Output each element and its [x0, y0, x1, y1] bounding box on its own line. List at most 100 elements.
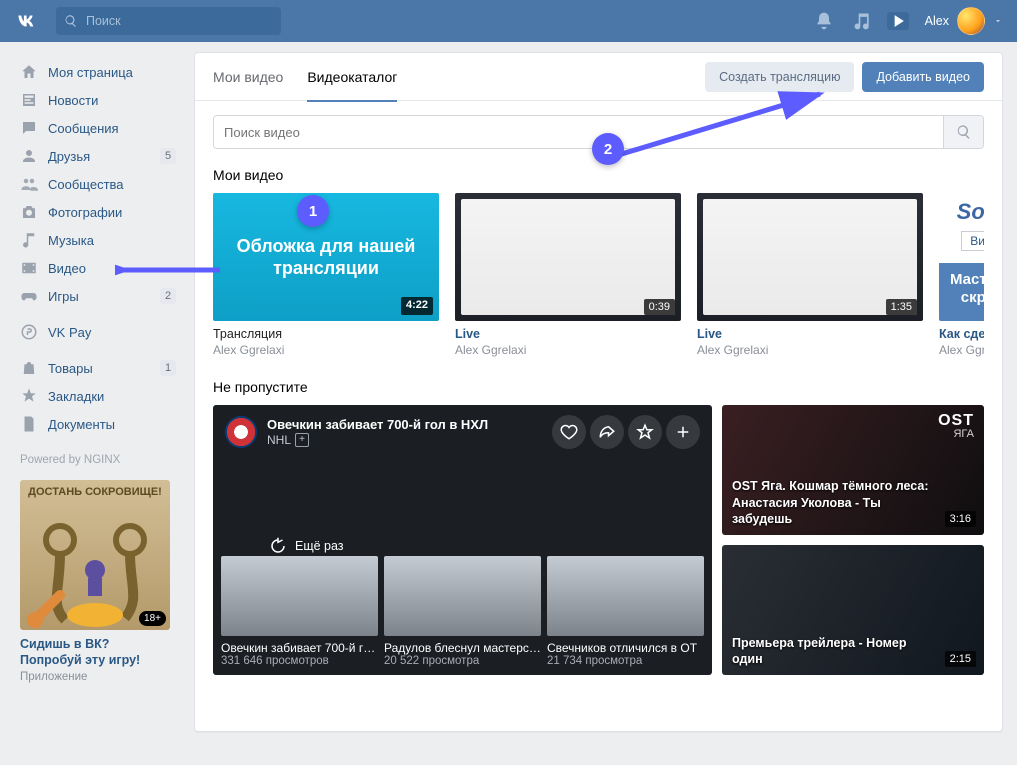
- sidebar: Моя страница Новости Сообщения Друзья5 С…: [14, 52, 180, 689]
- sidebar-item-bookmarks[interactable]: Закладки: [14, 382, 180, 410]
- sidebar-item-label: VK Pay: [48, 325, 91, 340]
- sidebar-item-my-page[interactable]: Моя страница: [14, 58, 180, 86]
- sidebar-item-docs[interactable]: Документы: [14, 410, 180, 438]
- add-button[interactable]: [666, 415, 700, 449]
- replay-button[interactable]: Ещё раз: [269, 537, 344, 555]
- replay-icon: [269, 537, 287, 555]
- video-author: Alex Ggrelaxi: [697, 343, 923, 357]
- sidebar-item-photos[interactable]: Фотографии: [14, 198, 180, 226]
- communities-icon: [20, 175, 38, 193]
- games-icon: [20, 287, 38, 305]
- promo-block[interactable]: ДОСТАНЬ СОКРОВИЩЕ! 18+ Сидишь в ВК? Попр…: [20, 480, 170, 683]
- video-author: Alex Ggre: [939, 343, 984, 357]
- video-card[interactable]: Soc Вид Масте скри Как сдела Alex Ggre: [939, 193, 984, 357]
- sidebar-item-label: Музыка: [48, 233, 94, 248]
- video-author: Alex Ggrelaxi: [455, 343, 681, 357]
- messages-icon: [20, 119, 38, 137]
- video-icon: [20, 259, 38, 277]
- promo-caption: Сидишь в ВК? Попробуй эту игру!: [20, 636, 170, 669]
- sidebar-item-friends[interactable]: Друзья5: [14, 142, 180, 170]
- duration-badge: 4:22: [401, 297, 433, 315]
- global-search-input[interactable]: [84, 13, 273, 29]
- featured-chip[interactable]: Овечкин забивает 700-й г… 331 646 просмо…: [221, 556, 378, 667]
- promo-subtitle: Приложение: [20, 671, 170, 683]
- featured-chip[interactable]: Свечников отличился в ОТ 21 734 просмотр…: [547, 556, 704, 667]
- callout-1: 1: [297, 195, 329, 227]
- chip-title: Свечников отличился в ОТ: [547, 641, 704, 655]
- sidebar-item-label: Фотографии: [48, 205, 122, 220]
- news-icon: [20, 91, 38, 109]
- video-thumbnail: Soc Вид Масте скри: [939, 193, 984, 321]
- featured-chip[interactable]: Радулов блеснул мастерс… 20 522 просмотр…: [384, 556, 541, 667]
- sidebar-item-label: Новости: [48, 93, 98, 108]
- doc-icon: [20, 415, 38, 433]
- chip-views: 20 522 просмотра: [384, 655, 541, 667]
- notifications-icon[interactable]: [811, 8, 837, 34]
- annotation-arrow: [115, 260, 225, 280]
- video-title: Live: [455, 327, 681, 341]
- video-player-icon[interactable]: [887, 12, 909, 30]
- sidebar-count: 2: [160, 288, 176, 304]
- sidebar-count: 1: [160, 360, 176, 376]
- favorite-button[interactable]: [628, 415, 662, 449]
- app-header: Alex: [0, 0, 1017, 42]
- tab-bar: Мои видео Видеокаталог Создать трансляци…: [195, 53, 1002, 101]
- video-title: Трансляция: [213, 327, 439, 341]
- video-title: Live: [697, 327, 923, 341]
- header-user-menu[interactable]: Alex: [925, 7, 1003, 35]
- movie-badge: OST ЯГА: [938, 413, 974, 440]
- create-stream-button[interactable]: Создать трансляцию: [705, 62, 854, 92]
- tab-my-videos[interactable]: Мои видео: [213, 53, 283, 101]
- sidebar-item-messages[interactable]: Сообщения: [14, 114, 180, 142]
- main-panel: Мои видео Видеокаталог Создать трансляци…: [194, 52, 1003, 732]
- age-badge: 18+: [139, 611, 166, 626]
- sidebar-item-label: Сообщения: [48, 121, 119, 136]
- sidebar-item-label: Видео: [48, 261, 86, 276]
- video-title: Как сдела: [939, 327, 984, 341]
- sidebar-item-games[interactable]: Игры2: [14, 282, 180, 310]
- side-video-title: OST Яга. Кошмар тёмного леса: Анастасия …: [732, 478, 974, 527]
- video-search-button[interactable]: [943, 116, 983, 148]
- sidebar-item-label: Товары: [48, 361, 93, 376]
- sidebar-item-music[interactable]: Музыка: [14, 226, 180, 254]
- video-thumbnail: 0:39: [455, 193, 681, 321]
- sidebar-item-market[interactable]: Товары 1: [14, 354, 180, 382]
- chip-thumbnail: [221, 556, 378, 636]
- sidebar-count: 5: [160, 148, 176, 164]
- home-icon: [20, 63, 38, 81]
- global-search[interactable]: [56, 7, 281, 35]
- callout-2: 2: [592, 133, 624, 165]
- side-video-card[interactable]: OST ЯГА OST Яга. Кошмар тёмного леса: Ан…: [722, 405, 984, 535]
- featured-video[interactable]: Овечкин забивает 700-й гол в НХЛ NHL+ Ещ: [213, 405, 712, 675]
- vk-logo[interactable]: [14, 7, 42, 35]
- duration-badge: 0:39: [644, 299, 675, 315]
- video-author: Alex Ggrelaxi: [213, 343, 439, 357]
- sidebar-item-news[interactable]: Новости: [14, 86, 180, 114]
- search-icon: [64, 14, 78, 28]
- chevron-down-icon: [993, 16, 1003, 26]
- side-video-title: Премьера трейлера - Номер один: [732, 635, 974, 668]
- sidebar-item-communities[interactable]: Сообщества: [14, 170, 180, 198]
- chip-views: 21 734 просмотра: [547, 655, 704, 667]
- share-button[interactable]: [590, 415, 624, 449]
- section-title-my-videos: Мои видео: [213, 167, 984, 183]
- channel-logo: [225, 416, 257, 448]
- sidebar-item-label: Сообщества: [48, 177, 124, 192]
- video-card[interactable]: 1:35 Live Alex Ggrelaxi: [697, 193, 923, 357]
- chip-views: 331 646 просмотров: [221, 655, 378, 667]
- note-icon: [20, 231, 38, 249]
- side-video-card[interactable]: Премьера трейлера - Номер один 2:15: [722, 545, 984, 675]
- duration-badge: 3:16: [945, 511, 976, 527]
- sidebar-item-vkpay[interactable]: VK Pay: [14, 318, 180, 346]
- chip-thumbnail: [547, 556, 704, 636]
- subscribe-plus-icon[interactable]: +: [295, 433, 309, 447]
- music-icon[interactable]: [849, 8, 875, 34]
- tab-video-catalog[interactable]: Видеокаталог: [307, 53, 397, 101]
- like-button[interactable]: [552, 415, 586, 449]
- video-card[interactable]: 0:39 Live Alex Ggrelaxi: [455, 193, 681, 357]
- camera-icon: [20, 203, 38, 221]
- annotation-arrow: [615, 88, 835, 163]
- video-thumbnail: 1:35: [697, 193, 923, 321]
- add-video-button[interactable]: Добавить видео: [862, 62, 984, 92]
- promo-banner-text: ДОСТАНЬ СОКРОВИЩЕ!: [20, 480, 170, 498]
